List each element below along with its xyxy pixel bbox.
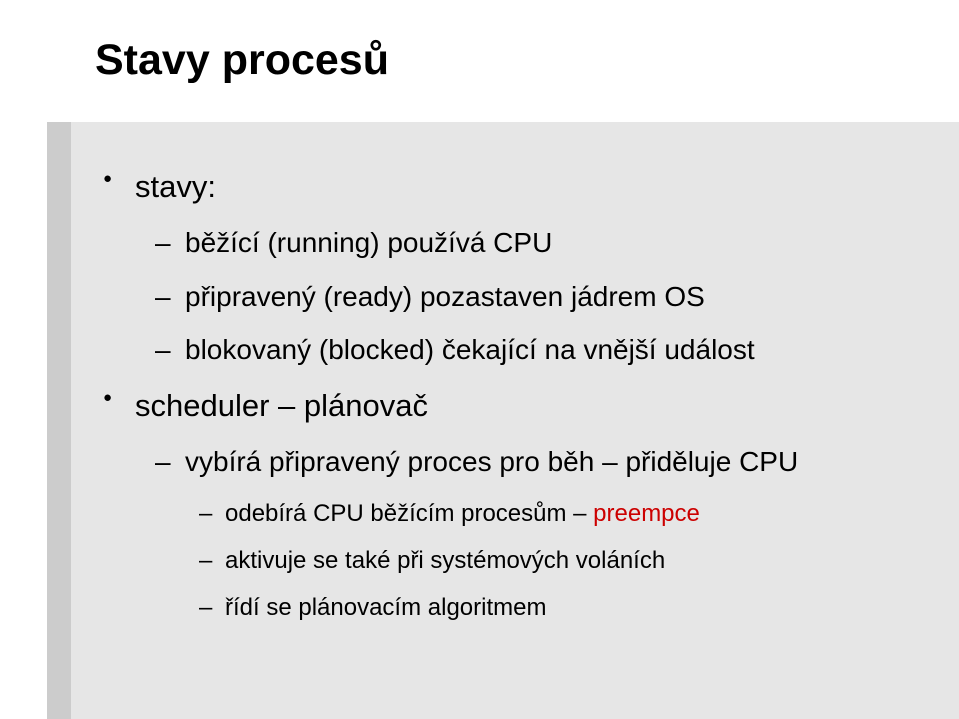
sub-bullet-item: připravený (ready) pozastaven jádrem OS <box>101 279 919 315</box>
sub-bullet-item: běžící (running) používá CPU <box>101 225 919 261</box>
bullet-item: scheduler – plánovač <box>101 386 919 426</box>
sub-sub-bullet-item: řídí se plánovacím algoritmem <box>101 592 919 623</box>
text-span: připravený <box>185 281 324 312</box>
slide-title: Stavy procesů <box>95 36 389 85</box>
text-span: (blocked) čekající na vnější událost <box>319 334 755 365</box>
content-area: stavy: běžící (running) používá CPU přip… <box>47 122 959 719</box>
slide-container: Stavy procesů stavy: běžící (running) po… <box>0 0 959 719</box>
text-span: běžící <box>185 227 267 258</box>
bullet-item: stavy: <box>101 167 919 207</box>
text-span: (ready) pozastaven jádrem OS <box>324 281 705 312</box>
text-span: (running) používá CPU <box>267 227 552 258</box>
sub-bullet-item: blokovaný (blocked) čekající na vnější u… <box>101 332 919 368</box>
text-span: odebírá CPU běžícím procesům – <box>225 500 593 527</box>
text-span: blokovaný <box>185 334 319 365</box>
sub-sub-bullet-item: aktivuje se také při systémových voláníc… <box>101 545 919 576</box>
sub-sub-bullet-item: odebírá CPU běžícím procesům – preempce <box>101 498 919 529</box>
bullet-list: stavy: běžící (running) používá CPU přip… <box>101 167 919 623</box>
sub-bullet-item: vybírá připravený proces pro běh – přidě… <box>101 444 919 480</box>
highlighted-text: preempce <box>593 500 700 527</box>
